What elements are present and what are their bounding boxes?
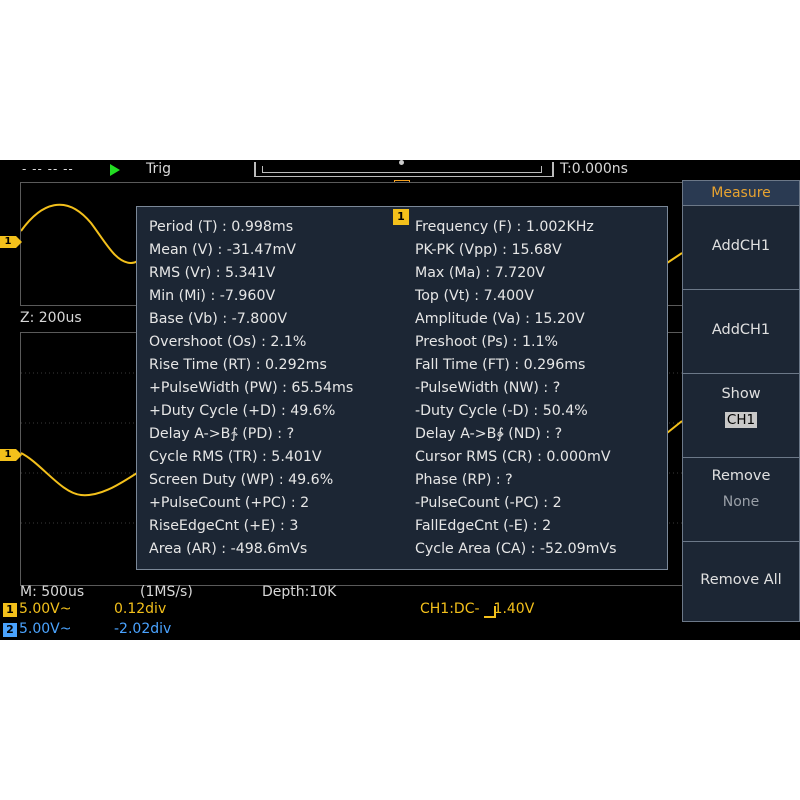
trigger-time: T:0.000ns bbox=[560, 161, 628, 177]
remove-button[interactable]: Remove None bbox=[683, 457, 799, 542]
menu-title: Measure bbox=[683, 181, 799, 205]
add-ch1-button[interactable]: AddCH1 bbox=[683, 205, 799, 290]
remove-all-label: Remove All bbox=[700, 572, 782, 588]
measurement-item: Cycle Area (CA) : -52.09mVs bbox=[415, 541, 617, 557]
measurement-popup: 1 Period (T) : 0.998ms Mean (V) : -31.47m… bbox=[136, 206, 668, 570]
ch2-badge[interactable]: 2 bbox=[3, 623, 17, 637]
measurement-item: Fall Time (FT) : 0.296ms bbox=[415, 357, 586, 373]
measurement-item: Cursor RMS (CR) : 0.000mV bbox=[415, 449, 611, 465]
ch1-main-waveform bbox=[21, 452, 138, 497]
ch1-level-marker-zoom[interactable]: 1 bbox=[0, 236, 22, 248]
measurement-item: Preshoot (Ps) : 1.1% bbox=[415, 334, 558, 350]
run-indicator: - -- -- -- bbox=[22, 162, 74, 176]
measurement-item: Overshoot (Os) : 2.1% bbox=[149, 334, 307, 350]
measurement-item: Period (T) : 0.998ms bbox=[149, 219, 294, 235]
measure-menu: Measure AddCH1 AddCH1 Show CH1 Remove No… bbox=[682, 180, 800, 622]
measurement-item: Area (AR) : -498.6mVs bbox=[149, 541, 308, 557]
ch2-volts-div: 5.00V~ bbox=[19, 621, 72, 637]
zoom-timebase: Z: 200us bbox=[20, 310, 82, 326]
measurement-item: -PulseCount (-PC) : 2 bbox=[415, 495, 562, 511]
trigger-source: CH1:DC- 1.40V bbox=[420, 601, 534, 617]
remove-all-button[interactable]: Remove All bbox=[683, 541, 799, 622]
ch1-position: 0.12div bbox=[114, 601, 167, 617]
show-label: Show bbox=[721, 386, 761, 402]
measurement-item: -Duty Cycle (-D) : 50.4% bbox=[415, 403, 588, 419]
measurement-item: -PulseWidth (NW) : ? bbox=[415, 380, 561, 396]
measurement-item: Screen Duty (WP) : 49.6% bbox=[149, 472, 334, 488]
measurement-item: Phase (RP) : ? bbox=[415, 472, 513, 488]
measurement-item: Base (Vb) : -7.800V bbox=[149, 311, 288, 327]
show-button[interactable]: Show CH1 bbox=[683, 373, 799, 458]
measurement-item: FallEdgeCnt (-E) : 2 bbox=[415, 518, 552, 534]
remove-value: None bbox=[722, 494, 760, 510]
add-ch1-label-2: AddCH1 bbox=[711, 322, 771, 338]
measurement-item: +PulseWidth (PW) : 65.54ms bbox=[149, 380, 354, 396]
memory-position-bar[interactable] bbox=[254, 160, 554, 177]
measurement-item: Delay A->B∲ (ND) : ? bbox=[415, 426, 563, 442]
ch1-zoom-waveform-right bbox=[666, 252, 682, 264]
play-icon[interactable] bbox=[110, 164, 120, 176]
ch2-position: -2.02div bbox=[114, 621, 172, 637]
measurement-item: Max (Ma) : 7.720V bbox=[415, 265, 545, 281]
add-ch1-label: AddCH1 bbox=[711, 238, 771, 254]
measurement-item: Cycle RMS (TR) : 5.401V bbox=[149, 449, 322, 465]
trigger-edge-icon bbox=[484, 606, 496, 618]
measurement-item: Rise Time (RT) : 0.292ms bbox=[149, 357, 327, 373]
trig-status: Trig bbox=[146, 161, 172, 177]
position-dot-icon bbox=[399, 160, 404, 165]
add-ch1-button-2[interactable]: AddCH1 bbox=[683, 289, 799, 374]
ch1-badge[interactable]: 1 bbox=[3, 603, 17, 617]
measurement-item: Mean (V) : -31.47mV bbox=[149, 242, 297, 258]
measurement-item: RiseEdgeCnt (+E) : 3 bbox=[149, 518, 299, 534]
measurement-item: RMS (Vr) : 5.341V bbox=[149, 265, 276, 281]
trigger-coupling: CH1:DC- bbox=[420, 601, 480, 617]
measurement-item: Frequency (F) : 1.002KHz bbox=[415, 219, 594, 235]
measurement-item: Amplitude (Va) : 15.20V bbox=[415, 311, 585, 327]
status-bar: - -- -- -- Trig T:0.000ns bbox=[0, 160, 682, 180]
measurement-item: Top (Vt) : 7.400V bbox=[415, 288, 534, 304]
ch1-volts-div: 5.00V~ bbox=[19, 601, 72, 617]
oscilloscope-screen: - -- -- -- Trig T:0.000ns T Z: 200us 1 1 bbox=[0, 160, 800, 640]
memory-window bbox=[262, 166, 542, 173]
popup-channel-badge: 1 bbox=[393, 209, 409, 225]
sample-rate-readout: (1MS/s) bbox=[140, 584, 193, 600]
trigger-level: 1.40V bbox=[493, 601, 535, 617]
measurement-item: +PulseCount (+PC) : 2 bbox=[149, 495, 310, 511]
remove-label: Remove bbox=[711, 468, 771, 484]
timebase-readout: M: 500us bbox=[20, 584, 85, 600]
measurement-item: +Duty Cycle (+D) : 49.6% bbox=[149, 403, 336, 419]
memory-depth-readout: Depth:10K bbox=[262, 584, 337, 600]
ch1-level-marker-main[interactable]: 1 bbox=[0, 449, 22, 461]
measurement-item: Delay A->B∱ (PD) : ? bbox=[149, 426, 295, 442]
show-value: CH1 bbox=[724, 412, 758, 428]
measurement-item: PK-PK (Vpp) : 15.68V bbox=[415, 242, 562, 258]
measurement-item: Min (Mi) : -7.960V bbox=[149, 288, 276, 304]
